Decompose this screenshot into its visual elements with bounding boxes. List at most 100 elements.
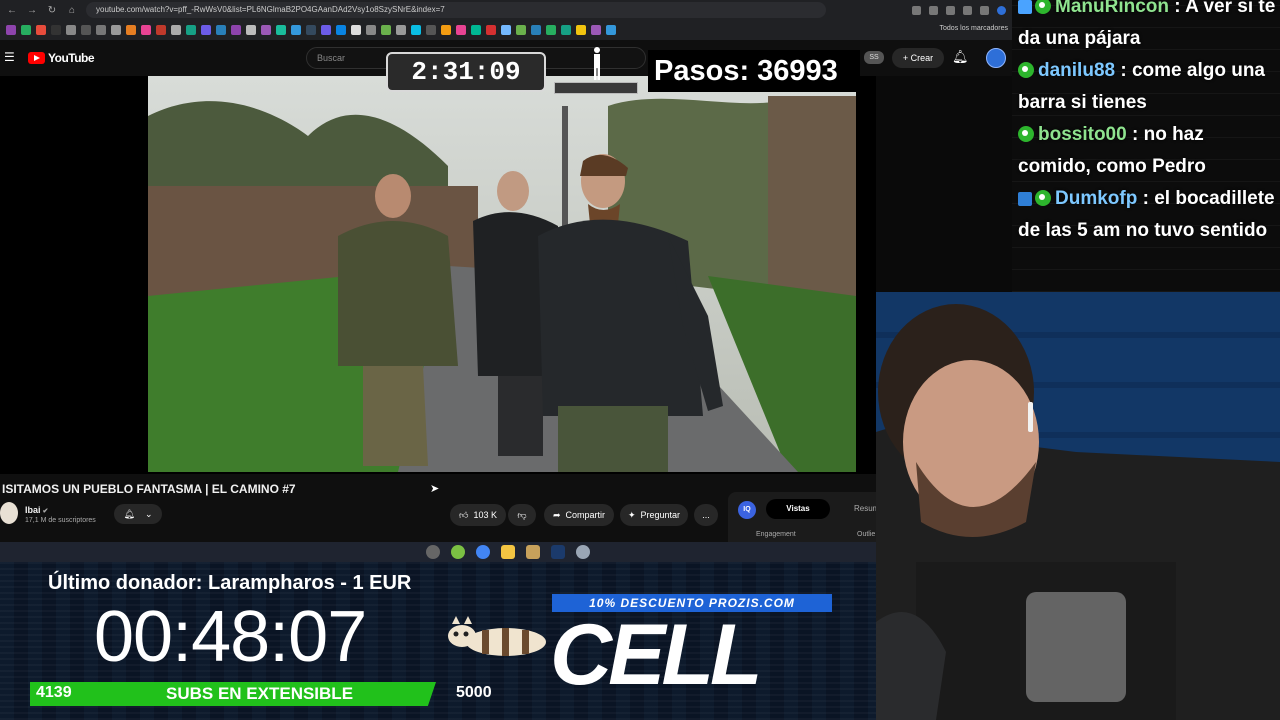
reload-icon[interactable]: ↻ bbox=[46, 5, 58, 16]
back-icon[interactable]: ← bbox=[6, 5, 18, 16]
bookmark-icon[interactable] bbox=[411, 25, 421, 35]
bookmark-icon[interactable] bbox=[426, 25, 436, 35]
app-icon[interactable] bbox=[451, 545, 465, 559]
bookmark-icon[interactable] bbox=[66, 25, 76, 35]
bookmark-icon[interactable] bbox=[276, 25, 286, 35]
all-bookmarks-folder[interactable]: Todos los marcadores bbox=[940, 25, 1008, 32]
bookmark-icon[interactable] bbox=[321, 25, 331, 35]
analytics-side-panel: IQ Vistas Resum Engagement Outlie bbox=[728, 492, 879, 542]
bookmark-icon[interactable] bbox=[501, 25, 511, 35]
chat-username: Dumkofp bbox=[1055, 188, 1138, 209]
account-avatar[interactable] bbox=[986, 48, 1006, 68]
bookmark-icon[interactable] bbox=[561, 25, 571, 35]
hamburger-menu-icon[interactable]: ☰ bbox=[4, 50, 15, 64]
chat-message: danilu88 : come algo una barra si tienes bbox=[1012, 55, 1280, 119]
bookmark-icon[interactable] bbox=[6, 25, 16, 35]
create-button[interactable]: + Crear bbox=[892, 48, 944, 68]
extensions-puzzle-icon[interactable] bbox=[980, 5, 989, 15]
bookmark-icon[interactable] bbox=[486, 25, 496, 35]
bookmark-icon[interactable] bbox=[51, 25, 61, 35]
ferret-mascot-icon bbox=[448, 616, 546, 656]
star-icon[interactable] bbox=[946, 5, 955, 15]
video-info-section: ISITAMOS UN PUEBLO FANTASMA | EL CAMINO … bbox=[0, 474, 879, 542]
more-actions-button[interactable]: ... bbox=[694, 504, 718, 526]
bookmark-icon[interactable] bbox=[186, 25, 196, 35]
dislike-button[interactable]: 👎︎ bbox=[508, 504, 536, 526]
os-taskbar bbox=[0, 542, 876, 562]
address-bar[interactable]: youtube.com/watch?v=pff_-RwWsV0&list=PL6… bbox=[86, 2, 826, 18]
bookmark-icon[interactable] bbox=[216, 25, 226, 35]
bookmark-icon[interactable] bbox=[96, 25, 106, 35]
bookmark-icon[interactable] bbox=[531, 25, 541, 35]
walker-progress-widget bbox=[554, 46, 640, 98]
bookmark-icon[interactable] bbox=[306, 25, 316, 35]
bookmark-icon[interactable] bbox=[441, 25, 451, 35]
subscriber-count: 17,1 M de suscriptores bbox=[25, 517, 96, 524]
extension-icon[interactable] bbox=[963, 5, 972, 15]
bookmark-icon[interactable] bbox=[366, 25, 376, 35]
last-donor-text: Último donador: Larampharos - 1 EUR bbox=[48, 572, 412, 594]
share-button[interactable]: ➦ Compartir bbox=[544, 504, 614, 526]
bookmark-icon[interactable] bbox=[336, 25, 346, 35]
profile-icon[interactable] bbox=[997, 5, 1006, 15]
ask-button[interactable]: ✦ Preguntar bbox=[620, 504, 688, 526]
tab-vistas[interactable]: Vistas bbox=[766, 499, 830, 519]
bookmark-icon[interactable] bbox=[246, 25, 256, 35]
verified-badge-icon bbox=[1035, 0, 1051, 14]
bookmark-icon[interactable] bbox=[141, 25, 151, 35]
bookmark-icon[interactable] bbox=[396, 25, 406, 35]
youtube-logo[interactable]: YouTube bbox=[28, 51, 95, 65]
app-icon[interactable] bbox=[426, 545, 440, 559]
bookmark-icon[interactable] bbox=[606, 25, 616, 35]
bookmark-icon[interactable] bbox=[291, 25, 301, 35]
mouse-cursor-icon: ➤ bbox=[430, 483, 440, 495]
share-page-icon[interactable] bbox=[929, 5, 938, 15]
verified-badge-icon bbox=[1035, 190, 1051, 206]
like-button[interactable]: 👍︎ 103 K bbox=[450, 504, 506, 526]
stream-overlay-bottom: Último donador: Larampharos - 1 EUR 00:4… bbox=[0, 562, 876, 720]
home-icon[interactable]: ⌂ bbox=[66, 5, 78, 16]
stream-timer: 2:31:09 bbox=[386, 52, 546, 92]
walking-person-icon bbox=[594, 47, 600, 80]
bookmark-icon[interactable] bbox=[81, 25, 91, 35]
forward-icon[interactable]: → bbox=[26, 5, 38, 16]
app-icon[interactable] bbox=[576, 545, 590, 559]
chat-message: bossito00 : no haz comido, como Pedro bbox=[1012, 119, 1280, 183]
address-row: ← → ↻ ⌂ youtube.com/watch?v=pff_-RwWsV0&… bbox=[0, 0, 1012, 20]
bookmark-icon[interactable] bbox=[21, 25, 31, 35]
subscription-bell-button[interactable]: 🔔︎ ⌄ bbox=[114, 504, 162, 524]
notifications-bell-icon[interactable]: 🔔︎ bbox=[952, 49, 969, 65]
bookmark-icon[interactable] bbox=[381, 25, 391, 35]
chrome-icon[interactable] bbox=[476, 545, 490, 559]
bookmark-icon[interactable] bbox=[576, 25, 586, 35]
bookmark-icon[interactable] bbox=[351, 25, 361, 35]
bookmark-icon[interactable] bbox=[516, 25, 526, 35]
bookmark-icon[interactable] bbox=[546, 25, 556, 35]
subs-goal: 5000 bbox=[456, 684, 492, 701]
channel-name-row[interactable]: Ibai ✔ bbox=[25, 505, 48, 515]
bookmark-icon[interactable] bbox=[36, 25, 46, 35]
ss-badge[interactable]: SS bbox=[864, 51, 884, 64]
engagement-label: Engagement bbox=[756, 531, 796, 538]
bookmark-icon[interactable] bbox=[171, 25, 181, 35]
channel-avatar[interactable] bbox=[0, 502, 18, 524]
zoom-icon[interactable] bbox=[912, 5, 921, 15]
folder-icon[interactable] bbox=[501, 545, 515, 559]
subathon-countdown: 00:48:07 bbox=[94, 597, 367, 677]
bookmark-icon[interactable] bbox=[126, 25, 136, 35]
bookmark-icon[interactable] bbox=[471, 25, 481, 35]
chat-message: Dumkofp : el bocadillete de las 5 am no … bbox=[1012, 183, 1280, 247]
bookmark-icon[interactable] bbox=[156, 25, 166, 35]
share-icon: ➦ bbox=[552, 509, 561, 520]
bookmark-icon[interactable] bbox=[111, 25, 121, 35]
bookmark-icon[interactable] bbox=[231, 25, 241, 35]
video-player[interactable] bbox=[0, 76, 876, 474]
bookmark-icon[interactable] bbox=[261, 25, 271, 35]
app-icon[interactable] bbox=[526, 545, 540, 559]
bookmark-icon[interactable] bbox=[201, 25, 211, 35]
share-label: Compartir bbox=[565, 510, 606, 520]
photoshop-icon[interactable] bbox=[551, 545, 565, 559]
bookmark-icon[interactable] bbox=[456, 25, 466, 35]
iq-badge[interactable]: IQ bbox=[738, 501, 756, 519]
bookmark-icon[interactable] bbox=[591, 25, 601, 35]
